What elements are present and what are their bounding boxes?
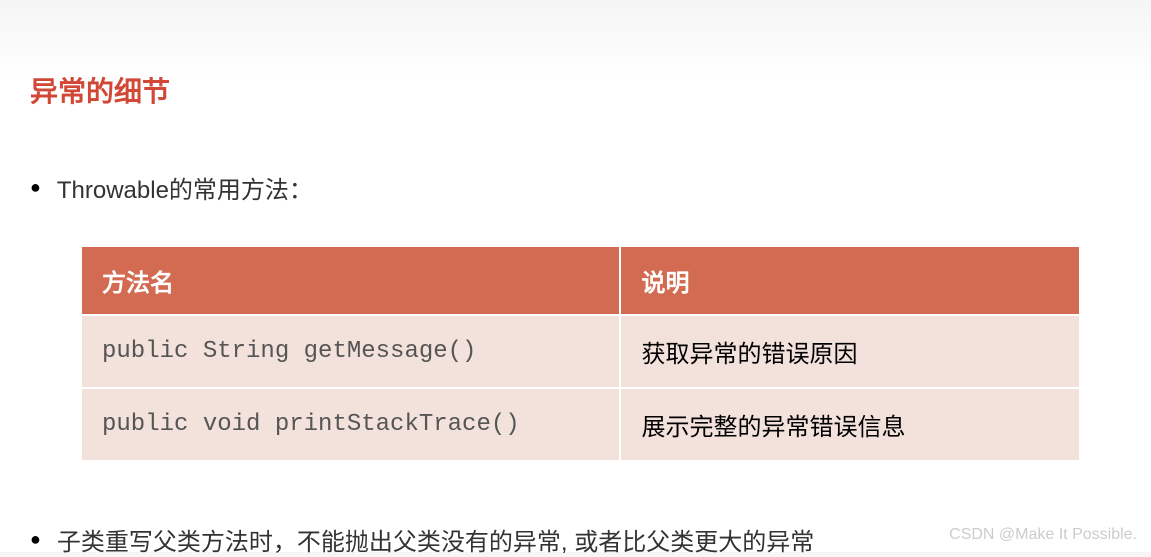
cell-method: public void printStackTrace() — [81, 388, 620, 461]
cell-method: public String getMessage() — [81, 315, 620, 388]
methods-table-wrapper: 方法名 说明 public String getMessage() 获取异常的错… — [80, 245, 1081, 462]
th-method-name: 方法名 — [81, 246, 620, 315]
section-heading: 异常的细节 — [30, 70, 1121, 110]
cell-desc: 展示完整的异常错误信息 — [620, 388, 1080, 461]
methods-table: 方法名 说明 public String getMessage() 获取异常的错… — [80, 245, 1081, 462]
table-row: public String getMessage() 获取异常的错误原因 — [81, 315, 1080, 388]
bullet-text: Throwable的常用方法： — [57, 170, 313, 205]
cell-desc: 获取异常的错误原因 — [620, 315, 1080, 388]
table-row: public void printStackTrace() 展示完整的异常错误信… — [81, 388, 1080, 461]
watermark: CSDN @Make It Possible. — [949, 526, 1137, 544]
th-description: 说明 — [620, 246, 1080, 315]
bullet-item-throwable: Throwable的常用方法： — [30, 170, 1121, 205]
table-header-row: 方法名 说明 — [81, 246, 1080, 315]
